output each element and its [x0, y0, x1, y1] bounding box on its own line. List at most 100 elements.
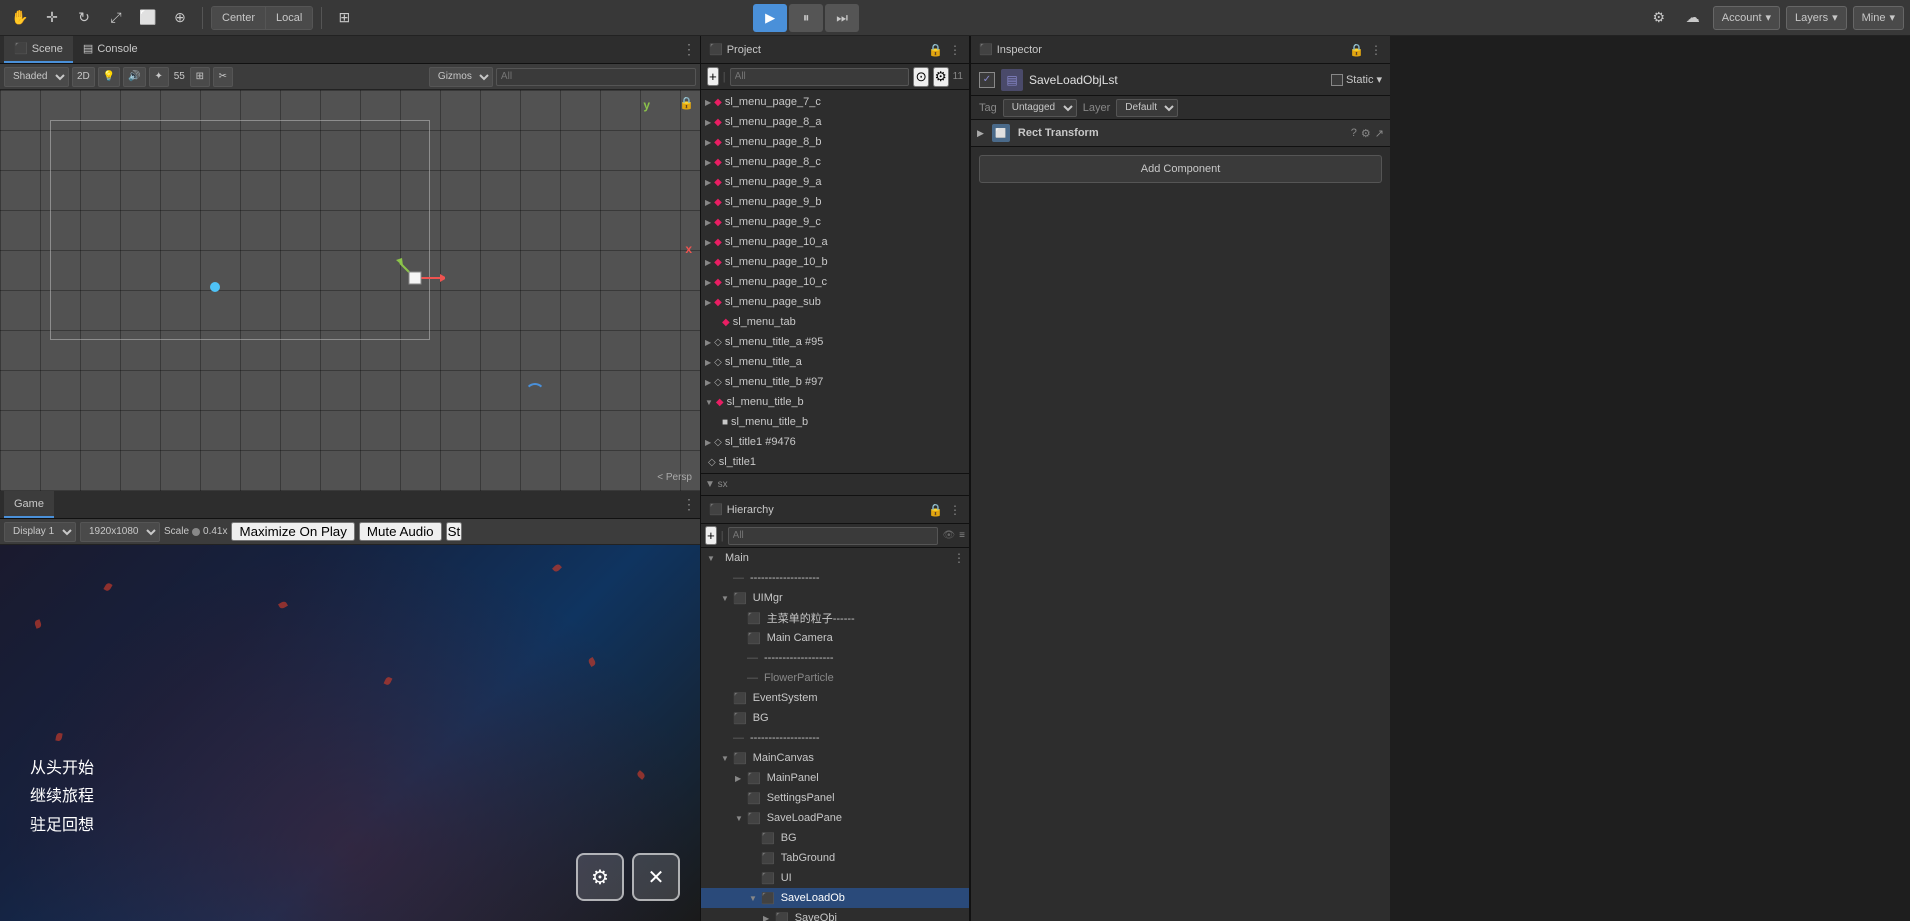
project-filter-btn[interactable]: ⊙: [913, 67, 928, 87]
hierarchy-list-item[interactable]: ⬛BG: [701, 708, 969, 728]
center-pivot-btn[interactable]: Center: [212, 7, 266, 29]
project-lock-icon[interactable]: 🔒: [928, 43, 943, 57]
hier-item-more[interactable]: ⋮: [953, 551, 965, 565]
project-list-item[interactable]: ▶◆sl_menu_page_9_c: [701, 212, 969, 232]
project-list-item[interactable]: ▶◇sl_menu_title_a: [701, 352, 969, 372]
display-select[interactable]: Display 1: [4, 522, 76, 542]
cloud-icon[interactable]: ☁: [1679, 4, 1707, 32]
project-list-item[interactable]: ▶◆sl_menu_page_10_a: [701, 232, 969, 252]
project-list-item[interactable]: ▶◆sl_menu_page_9_b: [701, 192, 969, 212]
scale-dot[interactable]: [192, 528, 200, 536]
project-settings-btn[interactable]: ⚙: [933, 67, 949, 87]
layer-dropdown[interactable]: Default: [1116, 99, 1178, 117]
rect-settings-icon[interactable]: ⚙: [1361, 127, 1371, 140]
move-tool[interactable]: ✛: [38, 4, 66, 32]
project-list-item[interactable]: ▶◆sl_menu_page_8_b: [701, 132, 969, 152]
audio-icon[interactable]: 🔊: [123, 67, 145, 87]
lighting-icon[interactable]: 💡: [98, 67, 120, 87]
add-component-button[interactable]: Add Component: [979, 155, 1382, 183]
project-search[interactable]: [730, 68, 910, 86]
hierarchy-search[interactable]: [728, 527, 939, 545]
project-list-item[interactable]: ▶◆sl_menu_page_8_a: [701, 112, 969, 132]
play-button[interactable]: ▶: [753, 4, 787, 32]
project-list-item[interactable]: ▶◆sl_menu_page_7_c: [701, 92, 969, 112]
local-pivot-btn[interactable]: Local: [266, 7, 312, 29]
account-dropdown[interactable]: Account ▾: [1713, 6, 1780, 30]
shading-dropdown[interactable]: Shaded: [4, 67, 69, 87]
hierarchy-list-item[interactable]: ▼⬛SaveLoadOb: [701, 888, 969, 908]
project-list-item[interactable]: ◇sl_title1: [701, 452, 969, 472]
tab-console[interactable]: ▤ Console: [73, 36, 148, 63]
hierarchy-more-icon[interactable]: ⋮: [949, 503, 961, 517]
hierarchy-list-item[interactable]: —FlowerParticle: [701, 668, 969, 688]
add-hierarchy-btn[interactable]: +: [705, 526, 717, 545]
hierarchy-list-item[interactable]: ⬛UI: [701, 868, 969, 888]
rect-question-icon[interactable]: ?: [1351, 127, 1357, 140]
rotate-tool[interactable]: ↻: [70, 4, 98, 32]
grid-tool[interactable]: ⊞: [330, 4, 358, 32]
settings-icon[interactable]: ⚙: [1645, 4, 1673, 32]
pause-button[interactable]: ⏸: [789, 4, 823, 32]
project-list-item[interactable]: ■sl_menu_title_b: [701, 412, 969, 432]
project-list-item[interactable]: ▶◆sl_menu_page_10_b: [701, 252, 969, 272]
hierarchy-list-item[interactable]: ⬛SettingsPanel: [701, 788, 969, 808]
maximize-on-play-btn[interactable]: Maximize On Play: [231, 522, 354, 541]
inspector-more-icon[interactable]: ⋮: [1370, 43, 1382, 57]
project-list-item[interactable]: ▶◇sl_menu_title_a #95: [701, 332, 969, 352]
mute-audio-btn[interactable]: Mute Audio: [359, 522, 442, 541]
hier-layers-icon[interactable]: ≡: [959, 530, 965, 541]
tag-dropdown[interactable]: Untagged: [1003, 99, 1077, 117]
tab-scene[interactable]: ⬛ Scene: [4, 36, 73, 63]
hierarchy-list-item[interactable]: —-------------------: [701, 568, 969, 588]
hierarchy-list-item[interactable]: ▼⬛SaveLoadPane: [701, 808, 969, 828]
hierarchy-list-item[interactable]: —-------------------: [701, 648, 969, 668]
close-game-button[interactable]: ✕: [632, 853, 680, 901]
hierarchy-list-item[interactable]: ▼⬛UIMgr: [701, 588, 969, 608]
gizmos-dropdown[interactable]: Gizmos: [429, 67, 493, 87]
layers-dropdown[interactable]: Layers ▾: [1786, 6, 1847, 30]
hierarchy-list-item[interactable]: ⬛EventSystem: [701, 688, 969, 708]
hierarchy-list-item[interactable]: ▼Main⋮: [701, 548, 969, 568]
hierarchy-list-item[interactable]: —-------------------: [701, 728, 969, 748]
rect-transform-header[interactable]: ▶ ⬜ Rect Transform ? ⚙ ↗: [971, 120, 1390, 146]
stats-btn[interactable]: St: [446, 522, 463, 541]
settings-game-button[interactable]: ⚙: [576, 853, 624, 901]
game-tab-more[interactable]: ⋮: [682, 496, 696, 513]
static-checkbox[interactable]: [1331, 74, 1343, 86]
project-list-item[interactable]: ▶◆sl_menu_page_8_c: [701, 152, 969, 172]
project-list-item[interactable]: ▶◆sl_menu_page_9_a: [701, 172, 969, 192]
effects-icon[interactable]: ✦: [149, 67, 169, 87]
project-list-item[interactable]: ▶◇sl_title1 #9476: [701, 432, 969, 452]
step-button[interactable]: ⏭: [825, 4, 859, 32]
project-more-icon[interactable]: ⋮: [949, 43, 961, 57]
hierarchy-list-item[interactable]: ⬛BG: [701, 828, 969, 848]
rect-expand-out-icon[interactable]: ↗: [1375, 127, 1384, 140]
hierarchy-list-item[interactable]: ▼⬛MainCanvas: [701, 748, 969, 768]
scene-tabs-more[interactable]: ⋮: [682, 41, 696, 58]
hierarchy-list-item[interactable]: ⬛主菜单的粒子------: [701, 608, 969, 628]
project-list-item[interactable]: ◆sl_menu_tab: [701, 312, 969, 332]
rect-tool[interactable]: ⬜: [134, 4, 162, 32]
hierarchy-list-item[interactable]: ▶⬛MainPanel: [701, 768, 969, 788]
tab-game[interactable]: Game: [4, 491, 54, 518]
snap-icon[interactable]: ✂: [213, 67, 233, 87]
project-list-item[interactable]: ▶◆sl_menu_page_10_c: [701, 272, 969, 292]
grid-icon[interactable]: ⊞: [190, 67, 210, 87]
eye-icon[interactable]: 👁: [942, 530, 955, 541]
hierarchy-list-item[interactable]: ⬛TabGround: [701, 848, 969, 868]
resolution-select[interactable]: 1920x1080: [80, 522, 160, 542]
project-list-item[interactable]: ▶◇sl_menu_title_b #97: [701, 372, 969, 392]
hierarchy-list-item[interactable]: ⬛Main Camera: [701, 628, 969, 648]
hand-tool[interactable]: ✋: [6, 4, 34, 32]
mine-dropdown[interactable]: Mine ▾: [1853, 6, 1904, 30]
inspector-lock-icon[interactable]: 🔒: [1349, 43, 1364, 57]
transform-tool[interactable]: ⊕: [166, 4, 194, 32]
add-project-item-btn[interactable]: +: [707, 67, 719, 86]
scene-search[interactable]: [496, 68, 696, 86]
static-dropdown-icon[interactable]: ▾: [1376, 73, 1382, 86]
scale-tool[interactable]: ⤢: [102, 4, 130, 32]
project-list-item[interactable]: ▶◆sl_menu_page_sub: [701, 292, 969, 312]
hierarchy-list-item[interactable]: ▶⬛SaveObj: [701, 908, 969, 921]
obj-active-checkbox[interactable]: ✓: [979, 72, 995, 88]
project-list-item[interactable]: ▼◆sl_menu_title_b: [701, 392, 969, 412]
